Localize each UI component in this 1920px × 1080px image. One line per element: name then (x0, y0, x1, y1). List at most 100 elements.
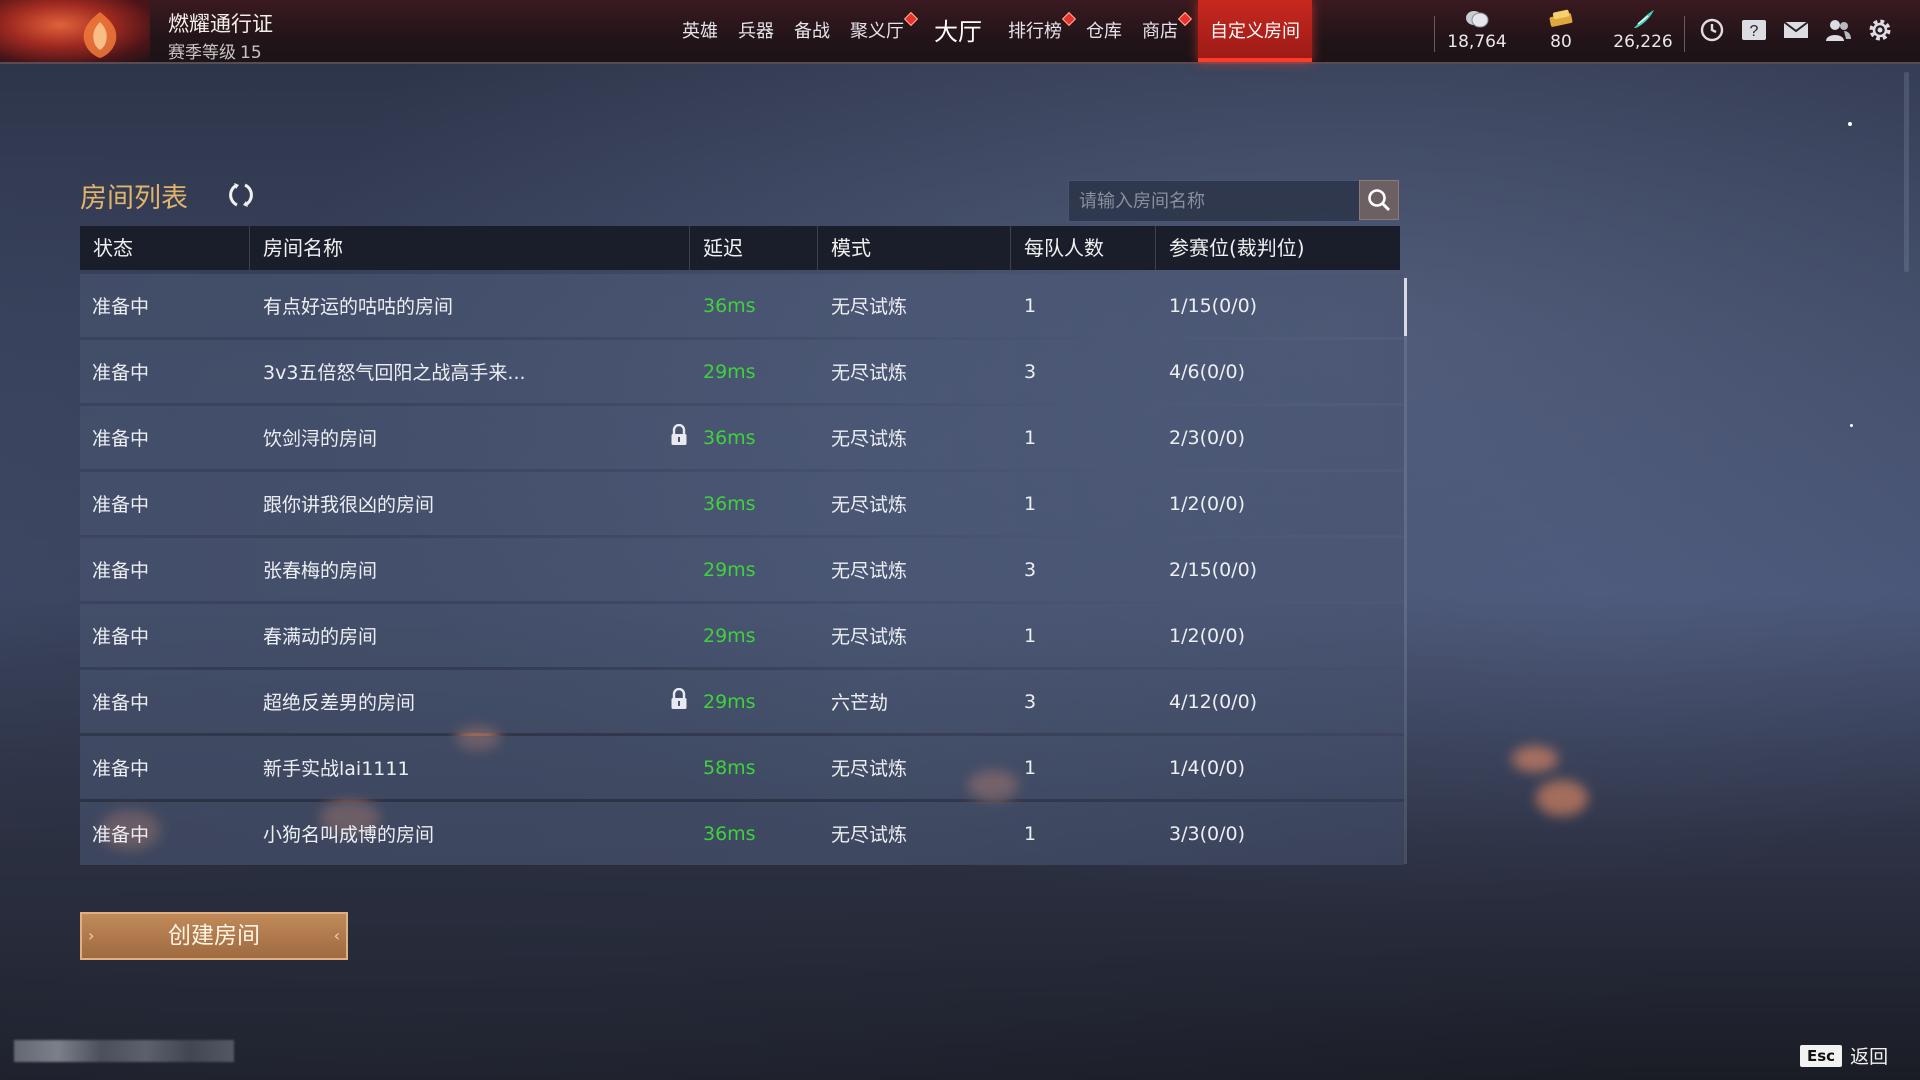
mail-icon[interactable] (1782, 16, 1810, 44)
room-status: 准备中 (92, 692, 150, 714)
nav-heroes[interactable]: 英雄 (672, 0, 728, 62)
currency-coins[interactable]: 18,764 (1432, 8, 1522, 52)
coin-stack-icon (1432, 8, 1522, 30)
top-icon-bar: ? (1698, 16, 1894, 44)
chevron-right-icon: › (88, 926, 95, 945)
search-icon (1368, 189, 1391, 212)
room-row[interactable]: 准备中 春满动的房间 29ms 无尽试炼 1 1/2(0/0) (80, 604, 1404, 667)
currency-feather[interactable]: 26,226 (1598, 8, 1688, 52)
nav-shop[interactable]: 商店 (1132, 0, 1193, 62)
create-room-label: 创建房间 (168, 923, 260, 949)
lock-icon (670, 423, 688, 451)
room-status: 准备中 (92, 626, 150, 648)
column-mode[interactable]: 模式 (818, 226, 1011, 270)
room-search-field[interactable] (1068, 180, 1360, 222)
room-search-input[interactable] (1069, 181, 1359, 221)
redacted-player-info (14, 1040, 234, 1062)
friends-icon[interactable] (1824, 16, 1852, 44)
room-mode: 六芒劫 (831, 692, 889, 714)
room-mode: 无尽试炼 (831, 362, 908, 384)
gold-ticket-icon (1516, 8, 1606, 30)
room-row[interactable]: 准备中 饮剑浔的房间 36ms 无尽试炼 1 2/3(0/0) (80, 406, 1404, 469)
column-ping[interactable]: 延迟 (690, 226, 818, 270)
room-list-scrollbar[interactable] (1404, 278, 1407, 864)
room-status: 准备中 (92, 494, 150, 516)
column-room-name[interactable]: 房间名称 (250, 226, 690, 270)
help-icon[interactable]: ? (1740, 16, 1768, 44)
room-status: 准备中 (92, 296, 150, 318)
room-slots: 4/12(0/0) (1169, 690, 1258, 713)
room-slots: 2/15(0/0) (1169, 558, 1258, 581)
room-mode: 无尽试炼 (831, 758, 908, 780)
nav-guild-hall[interactable]: 聚义厅 (840, 0, 919, 62)
currency-gold-value: 80 (1550, 32, 1572, 52)
room-ping: 29ms (703, 690, 756, 713)
room-status: 准备中 (92, 362, 150, 384)
lock-icon (670, 687, 688, 715)
pass-emblem-icon[interactable] (0, 0, 150, 62)
feather-token-icon (1598, 8, 1688, 30)
nav-custom-room[interactable]: 自定义房间 (1198, 0, 1312, 62)
room-ping: 29ms (703, 360, 756, 383)
column-team-size[interactable]: 每队人数 (1011, 226, 1156, 270)
nav-weapons[interactable]: 兵器 (728, 0, 784, 62)
room-mode: 无尽试炼 (831, 824, 908, 846)
gear-icon[interactable] (1866, 16, 1894, 44)
room-row[interactable]: 准备中 有点好运的咕咕的房间 36ms 无尽试炼 1 1/15(0/0) (80, 274, 1404, 337)
room-name: 超绝反差男的房间 (263, 692, 416, 714)
nav-lobby[interactable]: 大厅 (918, 0, 998, 62)
search-button[interactable] (1359, 180, 1399, 220)
lantern-glow (1536, 780, 1588, 816)
room-team-size: 1 (1024, 624, 1037, 647)
pass-title[interactable]: 燃耀通行证 (168, 8, 273, 38)
chevron-left-icon: ‹ (333, 926, 340, 945)
background-star (1850, 424, 1853, 427)
refresh-icon[interactable] (226, 180, 256, 210)
room-row[interactable]: 准备中 跟你讲我很凶的房间 36ms 无尽试炼 1 1/2(0/0) (80, 472, 1404, 535)
column-status[interactable]: 状态 (80, 226, 250, 270)
room-mode: 无尽试炼 (831, 494, 908, 516)
room-ping: 29ms (703, 558, 756, 581)
room-name: 张春梅的房间 (263, 560, 378, 582)
notification-dot-icon (903, 11, 919, 27)
column-slots[interactable]: 参赛位(裁判位) (1156, 226, 1400, 270)
room-list-scroll-thumb[interactable] (1404, 278, 1407, 336)
room-name: 春满动的房间 (263, 626, 378, 648)
notification-dot-icon (1177, 11, 1193, 27)
svg-text:?: ? (1750, 23, 1759, 40)
room-slots: 1/15(0/0) (1169, 294, 1258, 317)
room-slots: 3/3(0/0) (1169, 822, 1245, 845)
nav-warehouse[interactable]: 仓库 (1076, 0, 1132, 62)
nav-prepare[interactable]: 备战 (784, 0, 840, 62)
create-room-button[interactable]: › 创建房间 ‹ (80, 912, 348, 960)
lantern-glow (1512, 746, 1558, 772)
room-ping: 29ms (703, 624, 756, 647)
room-name: 饮剑浔的房间 (263, 428, 378, 450)
page-scrollbar[interactable] (1904, 72, 1909, 272)
divider (1684, 16, 1685, 52)
room-mode: 无尽试炼 (831, 296, 908, 318)
room-row[interactable]: 准备中 超绝反差男的房间 29ms 六芒劫 3 4/12(0/0) (80, 670, 1404, 733)
currency-gold[interactable]: 80 (1516, 8, 1606, 52)
clock-icon[interactable] (1698, 16, 1726, 44)
room-team-size: 1 (1024, 426, 1037, 449)
room-status: 准备中 (92, 428, 150, 450)
room-table-header: 状态 房间名称 延迟 模式 每队人数 参赛位(裁判位) (80, 226, 1400, 270)
room-status: 准备中 (92, 824, 150, 846)
back-label: 返回 (1850, 1046, 1889, 1068)
room-slots: 2/3(0/0) (1169, 426, 1245, 449)
room-status: 准备中 (92, 560, 150, 582)
room-table-body: 准备中 有点好运的咕咕的房间 36ms 无尽试炼 1 1/15(0/0) 准备中… (80, 274, 1404, 868)
nav-ranking[interactable]: 排行榜 (998, 0, 1077, 62)
room-row[interactable]: 准备中 新手实战lai1111 58ms 无尽试炼 1 1/4(0/0) (80, 736, 1404, 799)
room-row[interactable]: 准备中 小狗名叫成博的房间 36ms 无尽试炼 1 3/3(0/0) (80, 802, 1404, 865)
room-name: 跟你讲我很凶的房间 (263, 494, 435, 516)
season-level-label: 赛季等级 (168, 43, 236, 63)
room-team-size: 1 (1024, 492, 1037, 515)
room-row[interactable]: 准备中 张春梅的房间 29ms 无尽试炼 3 2/15(0/0) (80, 538, 1404, 601)
main-nav: 英雄 兵器 备战 聚义厅 大厅 排行榜 仓库 商店 自定义房间 (672, 0, 1312, 62)
back-button[interactable]: Esc 返回 (1800, 1042, 1888, 1069)
room-row[interactable]: 准备中 3v3五倍怒气回阳之战高手来... 29ms 无尽试炼 3 4/6(0/… (80, 340, 1404, 403)
room-name: 3v3五倍怒气回阳之战高手来... (263, 362, 526, 384)
room-ping: 36ms (703, 294, 756, 317)
